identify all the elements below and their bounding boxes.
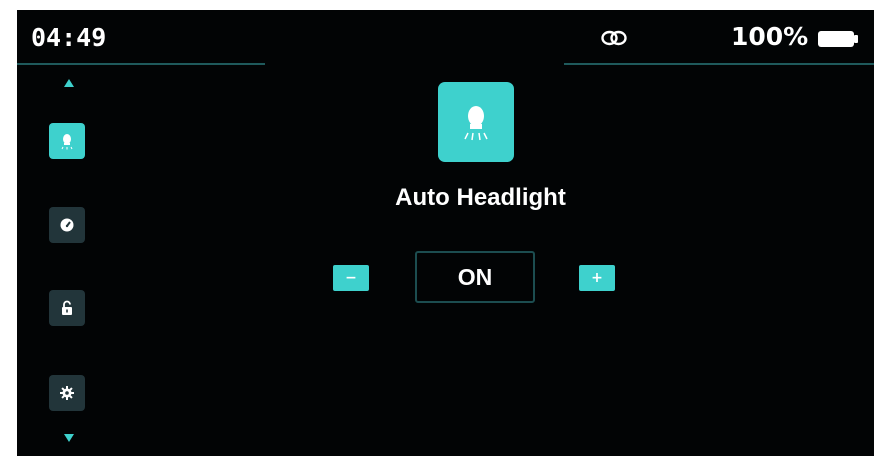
headlight-icon — [61, 134, 73, 150]
status-bar: 04:49 100% — [17, 10, 874, 68]
sidebar-item-settings[interactable] — [49, 375, 85, 411]
clock-time: 04:49 — [31, 23, 107, 52]
increase-button[interactable]: + — [579, 265, 615, 291]
unlock-icon — [62, 300, 72, 315]
headlight-icon — [464, 106, 488, 141]
battery-full-icon — [818, 31, 858, 47]
link-icon — [601, 30, 627, 46]
feature-icon-tile — [438, 82, 514, 162]
device-screen: 04:49 100% Auto Headlight − ON + — [17, 10, 874, 456]
sidebar-item-lock[interactable] — [49, 290, 85, 326]
sidebar-item-speedometer[interactable] — [49, 207, 85, 243]
gauge-icon — [60, 218, 74, 232]
status-divider-left — [17, 63, 265, 65]
sidebar-item-headlight[interactable] — [49, 123, 85, 159]
setting-value: ON — [415, 251, 535, 303]
battery-percent: 100% — [731, 22, 809, 51]
feature-title: Auto Headlight — [395, 184, 566, 211]
scroll-down-arrow-icon[interactable] — [63, 433, 75, 443]
scroll-up-arrow-icon[interactable] — [63, 78, 75, 88]
decrease-button[interactable]: − — [333, 265, 369, 291]
gear-icon — [60, 386, 74, 400]
status-divider-right — [564, 63, 874, 65]
